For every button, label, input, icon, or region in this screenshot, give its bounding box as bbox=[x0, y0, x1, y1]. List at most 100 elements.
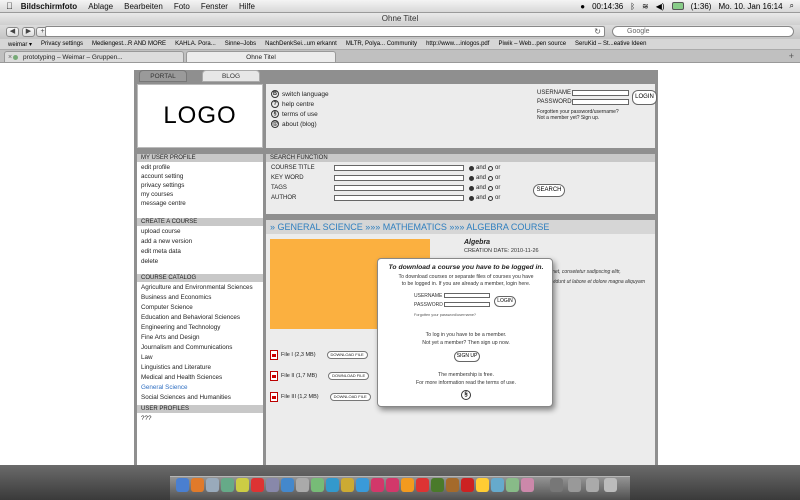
radio-and[interactable] bbox=[469, 175, 474, 181]
signup-button[interactable]: SIGN UP bbox=[454, 351, 480, 362]
download-button[interactable]: DOWNLOAD FILE bbox=[326, 351, 368, 359]
back-button[interactable]: ◀ bbox=[6, 27, 19, 37]
preview-icon[interactable] bbox=[206, 478, 219, 492]
bridge-icon[interactable] bbox=[446, 478, 459, 492]
bookmark[interactable]: KAHLA. Pora... bbox=[175, 41, 216, 47]
bookmark[interactable]: MLTR, Polya... Community bbox=[346, 41, 417, 47]
and-or-toggle[interactable]: and or bbox=[469, 195, 500, 201]
keyword-input[interactable] bbox=[334, 175, 464, 181]
terms-of-use-link[interactable]: § terms of use bbox=[271, 110, 318, 118]
radio-or[interactable] bbox=[488, 185, 494, 191]
bookmark[interactable]: http://www....inlogos.pdf bbox=[426, 41, 489, 47]
sidebar-item-account-setting[interactable]: account setting bbox=[141, 173, 183, 180]
catalog-item-active[interactable]: General Science bbox=[141, 384, 188, 391]
modal-password-field[interactable] bbox=[444, 302, 490, 307]
menu-fenster[interactable]: Fenster bbox=[201, 2, 228, 11]
signup-link[interactable]: Not a member yet? Sign up. bbox=[537, 115, 599, 121]
menu-app[interactable]: Bildschirmfoto bbox=[21, 2, 77, 11]
login-button[interactable]: LOGIN bbox=[632, 90, 657, 105]
radio-or[interactable] bbox=[488, 165, 494, 171]
spotlight-icon[interactable]: ⌕ bbox=[790, 1, 794, 11]
add-tab-icon[interactable]: + bbox=[789, 51, 794, 61]
sidebar-item-delete[interactable]: delete bbox=[141, 258, 158, 265]
volume-icon[interactable]: ◀) bbox=[656, 2, 665, 11]
radio-and[interactable] bbox=[469, 195, 474, 201]
bookmark[interactable]: weimar ▾ bbox=[8, 41, 32, 48]
catalog-item[interactable]: Journalism and Communications bbox=[141, 344, 232, 351]
catalog-item[interactable]: Medical and Health Sciences bbox=[141, 374, 222, 381]
author-input[interactable] bbox=[334, 195, 464, 201]
modal-forgot-link[interactable]: Forgotten your password/username? bbox=[414, 313, 476, 317]
tab-portal[interactable]: PORTAL bbox=[139, 70, 187, 82]
bookmark[interactable]: NachDenkSei...um erkannt bbox=[265, 41, 337, 47]
calendar-icon[interactable] bbox=[251, 478, 264, 492]
sidebar-item-message-centre[interactable]: message centre bbox=[141, 200, 186, 207]
app-icon[interactable] bbox=[266, 478, 279, 492]
finder-icon[interactable] bbox=[176, 478, 189, 492]
reload-icon[interactable]: ↻ bbox=[594, 27, 601, 36]
menu-ablage[interactable]: Ablage bbox=[88, 2, 113, 11]
record-icon[interactable]: ● bbox=[580, 2, 585, 11]
radio-or[interactable] bbox=[488, 175, 494, 181]
indesign-icon[interactable] bbox=[371, 478, 384, 492]
radio-and[interactable] bbox=[469, 165, 474, 171]
close-tab-icon[interactable]: × bbox=[8, 52, 12, 63]
photoshop-icon[interactable] bbox=[356, 478, 369, 492]
catalog-item[interactable]: Education and Behavioral Sciences bbox=[141, 314, 240, 321]
tags-input[interactable] bbox=[334, 185, 464, 191]
sidebar-item-privacy-settings[interactable]: privacy settings bbox=[141, 182, 184, 189]
stack-icon[interactable] bbox=[550, 478, 563, 492]
switch-language-link[interactable]: B switch language bbox=[271, 90, 329, 98]
app-icon[interactable] bbox=[236, 478, 249, 492]
radio-or[interactable] bbox=[488, 195, 494, 201]
tab-blog[interactable]: BLOG bbox=[202, 70, 260, 82]
skype-icon[interactable] bbox=[326, 478, 339, 492]
modal-login-button[interactable]: LOGIN bbox=[494, 296, 516, 307]
password-field[interactable] bbox=[572, 99, 629, 105]
catalog-item[interactable]: Law bbox=[141, 354, 153, 361]
and-or-toggle[interactable]: and or bbox=[469, 185, 500, 191]
google-search-input[interactable]: Google bbox=[612, 26, 794, 37]
sidebar-item-edit-profile[interactable]: edit profile bbox=[141, 164, 170, 171]
catalog-item[interactable]: Linguistics and Literature bbox=[141, 364, 211, 371]
search-button[interactable]: SEARCH bbox=[533, 184, 565, 197]
breadcrumb[interactable]: » GENERAL SCIENCE »»» MATHEMATICS »»» AL… bbox=[266, 220, 655, 234]
username-field[interactable] bbox=[572, 90, 629, 96]
radio-and[interactable] bbox=[469, 185, 474, 191]
browser-tab[interactable]: × prototyping – Weimar – Gruppen... bbox=[4, 51, 184, 62]
indesign-icon[interactable] bbox=[386, 478, 399, 492]
app-icon[interactable] bbox=[221, 478, 234, 492]
bookmark[interactable]: SeruKid – St...eative Ideen bbox=[575, 41, 646, 47]
flash-icon[interactable] bbox=[416, 478, 429, 492]
download-button[interactable]: DOWNLOAD FILE bbox=[328, 372, 370, 380]
app-icon[interactable] bbox=[476, 478, 489, 492]
modal-username-field[interactable] bbox=[444, 293, 490, 298]
bookmark[interactable]: Sinne–Jobs bbox=[225, 41, 256, 47]
app-icon[interactable] bbox=[506, 478, 519, 492]
clock[interactable]: Mo. 10. Jan 16:14 bbox=[718, 2, 782, 11]
illustrator-icon[interactable] bbox=[401, 478, 414, 492]
catalog-item[interactable]: Agriculture and Environmental Sciences bbox=[141, 284, 253, 291]
terms-icon[interactable]: § bbox=[461, 390, 471, 400]
sidebar-item-add-version[interactable]: add a new version bbox=[141, 238, 192, 245]
and-or-toggle[interactable]: and or bbox=[469, 175, 500, 181]
catalog-item[interactable]: Engineering and Technology bbox=[141, 324, 220, 331]
bookmark[interactable]: Piwik – Web...pen source bbox=[498, 41, 566, 47]
firefox-icon[interactable] bbox=[191, 478, 204, 492]
sidebar-item-upload-course[interactable]: upload course bbox=[141, 228, 181, 235]
documents-icon[interactable] bbox=[586, 478, 599, 492]
trash-icon[interactable] bbox=[604, 478, 617, 492]
downloads-icon[interactable] bbox=[568, 478, 581, 492]
and-or-toggle[interactable]: and or bbox=[469, 165, 500, 171]
course-title-input[interactable] bbox=[334, 165, 464, 171]
logo[interactable]: LOGO bbox=[137, 84, 263, 148]
about-blog-link[interactable]: @ about (blog) bbox=[271, 120, 317, 128]
app-icon[interactable] bbox=[296, 478, 309, 492]
catalog-item[interactable]: Computer Science bbox=[141, 304, 193, 311]
sidebar-item-edit-meta[interactable]: edit meta data bbox=[141, 248, 181, 255]
sidebar-item-my-courses[interactable]: my courses bbox=[141, 191, 173, 198]
menu-bearbeiten[interactable]: Bearbeiten bbox=[124, 2, 163, 11]
download-button[interactable]: DOWNLOAD FILE bbox=[329, 393, 371, 401]
forward-button[interactable]: ▶ bbox=[22, 27, 35, 37]
app-icon[interactable] bbox=[311, 478, 324, 492]
